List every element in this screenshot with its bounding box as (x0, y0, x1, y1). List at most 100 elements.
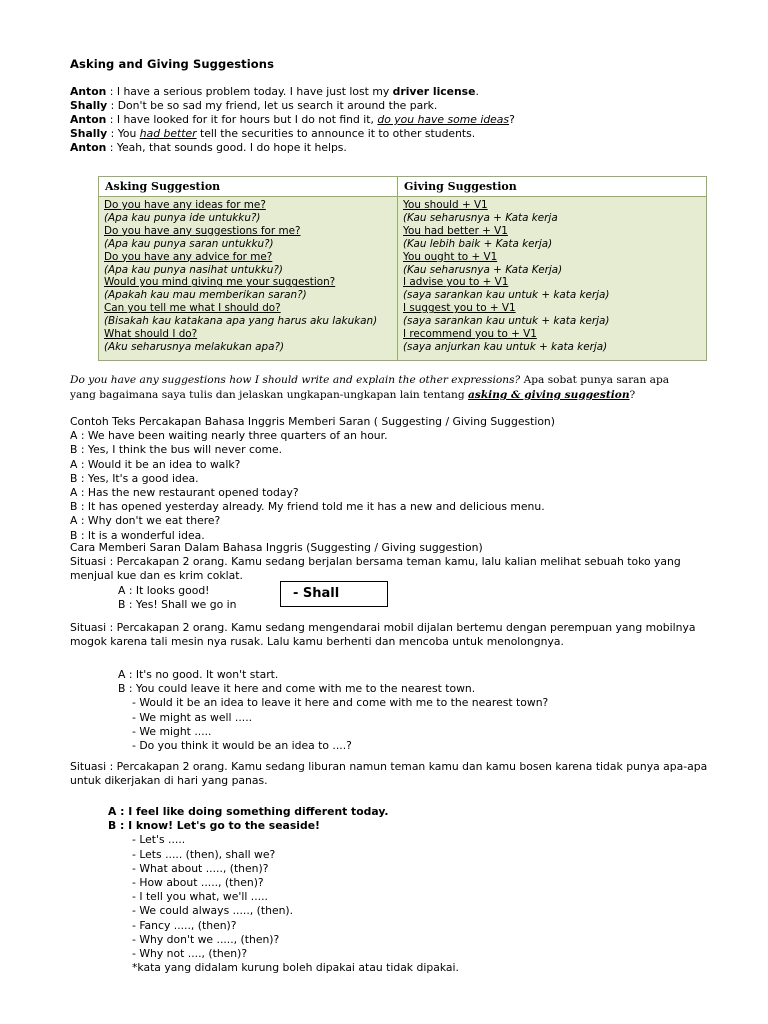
situasi-2-option: - We might ..... (132, 724, 212, 738)
page-title: Asking and Giving Suggestions (70, 57, 275, 71)
situasi-3-option: - Why don't we ....., (then)? (132, 932, 280, 946)
situasi-3-text: Situasi : Percakapan 2 orang. Kamu sedan… (70, 760, 708, 788)
expression-english: Do you have any ideas for me? (104, 199, 266, 211)
situasi-2-text-block: Situasi : Percakapan 2 orang. Kamu sedan… (70, 621, 710, 649)
giving-list: You should + V1 (Kau seharusnya + Kata ke… (403, 199, 702, 354)
dialogue-emphasis-term: do you have some ideas (377, 113, 510, 127)
cara-dialogue-line: B : Yes! Shall we go in (118, 597, 237, 611)
dialogue-speaker: Anton (70, 141, 107, 155)
expression-english: What should I do? (104, 328, 198, 341)
dialogue-text: I have looked for it for hours but I do … (116, 113, 378, 127)
situasi-2-dialog: A : It's no good. It won't start. B : You… (70, 668, 710, 696)
contoh-lines: A : We have been waiting nearly three qu… (70, 429, 710, 543)
expression-translation: (Apakah kau mau memberikan saran?) (104, 289, 307, 302)
situasi-3-option: - Fancy ....., (then)? (132, 918, 237, 932)
cara-situasi-text: Situasi : Percakapan 2 orang. Kamu sedan… (70, 555, 681, 583)
dialogue-line: Shally : You had better tell the securit… (70, 127, 690, 141)
dialogue-separator: : (107, 99, 118, 113)
dialogue-line: Anton : I have a serious problem today. … (70, 85, 690, 99)
contoh-section: Contoh Teks Percakapan Bahasa Inggris Me… (70, 415, 710, 543)
serif-emphasis-term: asking & giving suggestion (468, 389, 630, 401)
table-header-giving: Giving Suggestion (397, 176, 707, 197)
contoh-dialogue-line: A : Would it be an idea to walk? (70, 457, 241, 471)
situasi-3-option: - Lets ..... (then), shall we? (132, 847, 276, 861)
shall-callout-box: - Shall (280, 581, 388, 607)
contoh-dialogue-line: B : Yes, I think the bus will never come… (70, 443, 283, 457)
serif-question-paragraph: Do you have any suggestions how I should… (70, 373, 696, 403)
dialogue-text-tail: ? (509, 113, 515, 127)
situasi-3-footnote: *kata yang didalam kurung boleh dipakai … (132, 961, 459, 975)
expression-english: Would you mind giving me your suggestion… (104, 276, 336, 289)
cara-section: Cara Memberi Saran Dalam Bahasa Inggris … (70, 541, 710, 612)
dialogue-text: You (117, 127, 140, 141)
contoh-dialogue-line: A : Why don't we eat there? (70, 514, 221, 528)
cara-dialog: A : It looks good! B : Yes! Shall we go i… (70, 584, 710, 612)
expression-translation: (Kau seharusnya + Kata Kerja) (403, 263, 563, 276)
expression-translation: (Bisakah kau katakana apa yang harus aku… (104, 315, 378, 328)
expression-translation: (Aku seharusnya melakukan apa?) (104, 340, 285, 353)
table-header-asking: Asking Suggestion (98, 176, 398, 197)
dialogue-text: I have a serious problem today. I have j… (116, 85, 393, 98)
table-cell-giving: You should + V1 (Kau seharusnya + Kata ke… (397, 196, 707, 361)
situasi-3-option: - How about ....., (then)? (132, 876, 264, 890)
dialogue-speaker: Anton (70, 113, 107, 127)
document-page: Asking and Giving Suggestions Anton : I … (0, 0, 768, 1024)
contoh-dialogue-line: A : We have been waiting nearly three qu… (70, 429, 388, 443)
expression-english: Can you tell me what I should do? (104, 302, 281, 315)
dialogue-text: Don't be so sad my friend, let us search… (117, 99, 438, 113)
opening-dialogue: Anton : I have a serious problem today. … (70, 85, 690, 155)
cara-heading: Cara Memberi Saran Dalam Bahasa Inggris … (70, 541, 483, 554)
situasi-3-text-block: Situasi : Percakapan 2 orang. Kamu sedan… (70, 760, 710, 788)
table-body-row: Do you have any ideas for me? (Apa kau pu… (98, 196, 707, 361)
expression-english: Do you have any advice for me? (104, 250, 273, 263)
dialogue-separator: : (106, 141, 117, 155)
situasi-3-option: - I tell you what, we'll ..... (132, 890, 268, 904)
cara-dialogue-line: A : It looks good! (118, 583, 210, 597)
situasi-3-options: - Let's ..... - Lets ..... (then), shall … (70, 833, 710, 961)
contoh-heading: Contoh Teks Percakapan Bahasa Inggris Me… (70, 415, 555, 428)
situasi-2-options: - Would it be an idea to leave it here a… (70, 696, 710, 753)
situasi-2-text: Situasi : Percakapan 2 orang. Kamu sedan… (70, 621, 696, 649)
expression-translation: (saya sarankan kau untuk + kata kerja) (403, 289, 610, 302)
dialogue-separator: : (106, 85, 117, 98)
situasi-3-option: - Let's ..... (132, 833, 186, 847)
expression-translation: (Apa kau punya saran untukku?) (104, 237, 274, 250)
expression-translation: (Apa kau punya ide untukku?) (104, 211, 261, 224)
situasi-2-option: - We might as well ..... (132, 710, 253, 724)
expression-english: Do you have any suggestions for me? (104, 224, 301, 237)
expression-translation: (Kau seharusnya + Kata kerja (403, 211, 558, 224)
serif-italic-question: Do you have any suggestions how I should… (70, 374, 521, 386)
dialogue-separator: : (107, 127, 118, 141)
situasi-2-dialogue-line: B : You could leave it here and come wit… (118, 682, 476, 696)
dialogue-bold-term: driver license (392, 85, 476, 98)
asking-list: Do you have any ideas for me? (Apa kau pu… (104, 199, 393, 354)
situasi-3-option: - What about ....., (then)? (132, 861, 269, 875)
contoh-dialogue-line: B : Yes, It's a good idea. (70, 471, 199, 485)
table-cell-asking: Do you have any ideas for me? (Apa kau pu… (98, 196, 398, 361)
dialogue-speaker: Shally (70, 127, 108, 141)
suggestion-table: Asking Suggestion Giving Suggestion Do y… (98, 176, 707, 361)
expression-english: You should + V1 (403, 199, 488, 211)
expression-english: I suggest you to + V1 (403, 302, 516, 315)
dialogue-text-tail: tell the securities to announce it to ot… (196, 127, 476, 141)
situasi-2-dialogue-line: A : It's no good. It won't start. (118, 668, 279, 681)
dialogue-separator: : (106, 113, 117, 127)
situasi-2-option: - Do you think it would be an idea to ..… (132, 739, 352, 753)
expression-english: I advise you to + V1 (403, 276, 509, 289)
expression-english: I recommend you to + V1 (403, 328, 537, 341)
expression-translation: (Apa kau punya nasihat untukku?) (104, 263, 283, 276)
situasi-3-dialogue-line: A : I feel like doing something differen… (108, 805, 389, 818)
table-header-row: Asking Suggestion Giving Suggestion (98, 176, 707, 197)
dialogue-line: Anton : Yeah, that sounds good. I do hop… (70, 141, 690, 155)
situasi-2-option: - Would it be an idea to leave it here a… (132, 696, 549, 710)
dialogue-text-tail: . (475, 85, 479, 98)
expression-translation: (Kau lebih baik + Kata kerja) (403, 237, 553, 250)
situasi-3-option: - We could always ....., (then). (132, 904, 294, 918)
situasi-3-list-block: A : I feel like doing something differen… (70, 805, 710, 975)
situasi-2-dialog-block: A : It's no good. It won't start. B : You… (70, 668, 710, 753)
contoh-dialogue-line: B : It has opened yesterday already. My … (70, 500, 545, 514)
dialogue-text: Yeah, that sounds good. I do hope it hel… (116, 141, 347, 155)
contoh-dialogue-line: A : Has the new restaurant opened today? (70, 486, 299, 500)
situasi-3-option: - Why not ...., (then)? (132, 947, 248, 961)
dialogue-line: Shally : Don't be so sad my friend, let … (70, 99, 690, 113)
